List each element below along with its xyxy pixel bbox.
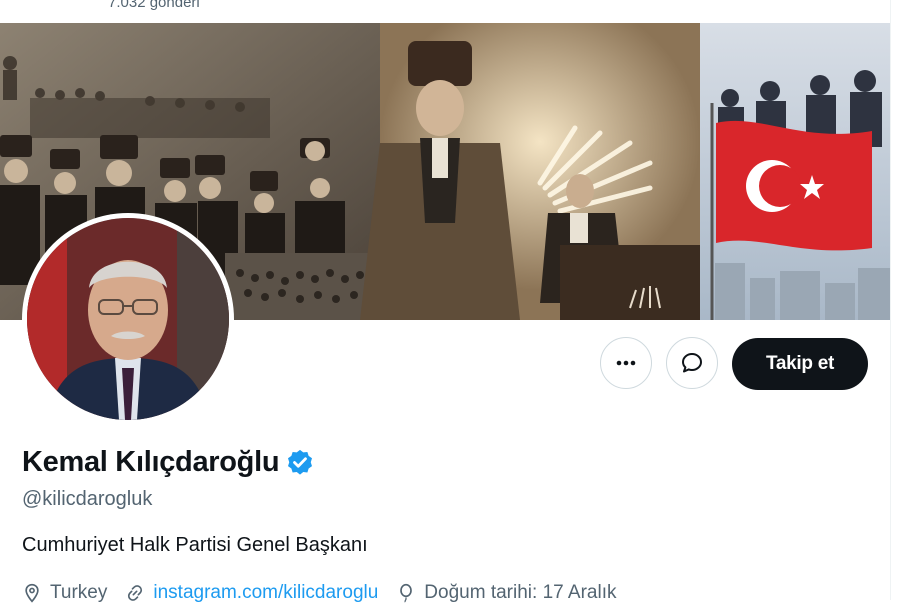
profile-bio: Cumhuriyet Halk Partisi Genel Başkanı bbox=[22, 534, 368, 556]
message-icon bbox=[682, 353, 702, 373]
birthday-item: Doğum tarihi: 17 Aralık bbox=[396, 582, 617, 604]
website-item[interactable]: instagram.com/kilicdaroglu bbox=[125, 582, 378, 604]
avatar[interactable] bbox=[22, 213, 234, 425]
message-button[interactable] bbox=[666, 337, 718, 389]
follow-button[interactable]: Takip et bbox=[732, 338, 868, 390]
balloon-icon bbox=[400, 583, 413, 603]
column-border bbox=[890, 0, 891, 600]
more-options-button[interactable] bbox=[600, 337, 652, 389]
post-count: 7.032 gönderi bbox=[108, 0, 200, 11]
avatar-image bbox=[27, 218, 229, 420]
website-link[interactable]: instagram.com/kilicdaroglu bbox=[153, 582, 378, 604]
birthday-text: Doğum tarihi: 17 Aralık bbox=[424, 582, 617, 603]
profile-name: Kemal Kılıçdaroğlu bbox=[22, 446, 280, 478]
verified-badge-icon bbox=[288, 449, 313, 475]
profile-handle: @kilicdarogluk bbox=[22, 488, 153, 510]
location-item: Turkey bbox=[22, 582, 107, 604]
location-pin-icon bbox=[25, 583, 39, 603]
profile-name-row: Kemal Kılıçdaroğlu bbox=[22, 446, 315, 479]
profile-meta: Turkey instagram.com/kilicdaroglu Doğum … bbox=[22, 582, 635, 604]
link-icon bbox=[128, 585, 143, 601]
location-text: Turkey bbox=[50, 582, 108, 603]
more-icon bbox=[616, 360, 636, 366]
